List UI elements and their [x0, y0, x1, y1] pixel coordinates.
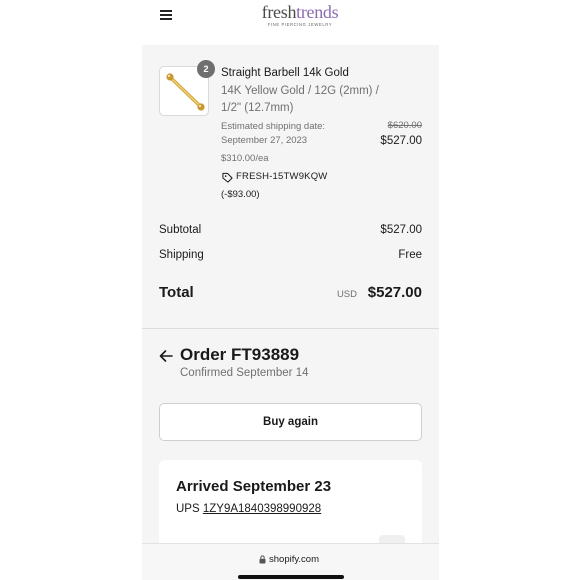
top-bar: freshtrends FINE PIERCING JEWELRY: [142, 0, 439, 45]
logo-accent: trends: [296, 2, 339, 22]
section-divider: [142, 328, 439, 329]
product-title: Straight Barbell 14k Gold: [221, 67, 349, 79]
back-arrow-icon[interactable]: [159, 349, 173, 363]
hamburger-menu-icon[interactable]: [160, 10, 172, 20]
shipping-label: Shipping: [159, 249, 204, 261]
delivery-status: Arrived September 23: [176, 478, 332, 495]
total-label: Total: [159, 284, 194, 301]
product-variant: 14K Yellow Gold / 12G (2mm) / 1/2" (12.7…: [221, 85, 379, 114]
logo-tagline: FINE PIERCING JEWELRY: [267, 22, 333, 27]
url-text: shopify.com: [269, 554, 319, 565]
logo-prefix: fresh: [261, 2, 297, 22]
line-price: $527.00: [380, 135, 422, 147]
carrier-name: UPS: [176, 503, 200, 515]
quantity-badge: 2: [197, 60, 215, 78]
tracking-info: UPS 1ZY9A1840398990928: [176, 503, 321, 515]
total-value: $527.00: [367, 284, 422, 301]
discount-code: FRESH-15TW9KQW: [236, 171, 328, 182]
shipping-value: Free: [398, 249, 422, 261]
order-confirmed-date: Confirmed September 14: [180, 367, 309, 379]
browser-url-bar[interactable]: shopify.com: [142, 543, 439, 580]
shipping-estimate: Estimated shipping date: September 27, 2…: [221, 121, 326, 146]
store-logo[interactable]: freshtrends FINE PIERCING JEWELRY: [260, 3, 340, 27]
original-price: $620.00: [387, 120, 422, 131]
discount-amount: (-$93.00): [221, 189, 260, 200]
lock-icon: [259, 555, 266, 564]
buy-again-button[interactable]: Buy again: [159, 403, 422, 441]
unit-price: $310.00/ea: [221, 153, 269, 164]
checkout-screen: freshtrends FINE PIERCING JEWELRY 2 Stra…: [142, 0, 439, 580]
tracking-number-link[interactable]: 1ZY9A1840398990928: [203, 503, 321, 515]
total-currency: USD: [336, 289, 357, 300]
order-title: Order FT93889: [180, 345, 300, 364]
subtotal-value: $527.00: [380, 224, 422, 236]
subtotal-label: Subtotal: [159, 224, 202, 236]
tag-icon: [222, 172, 233, 183]
home-indicator[interactable]: [238, 575, 344, 579]
